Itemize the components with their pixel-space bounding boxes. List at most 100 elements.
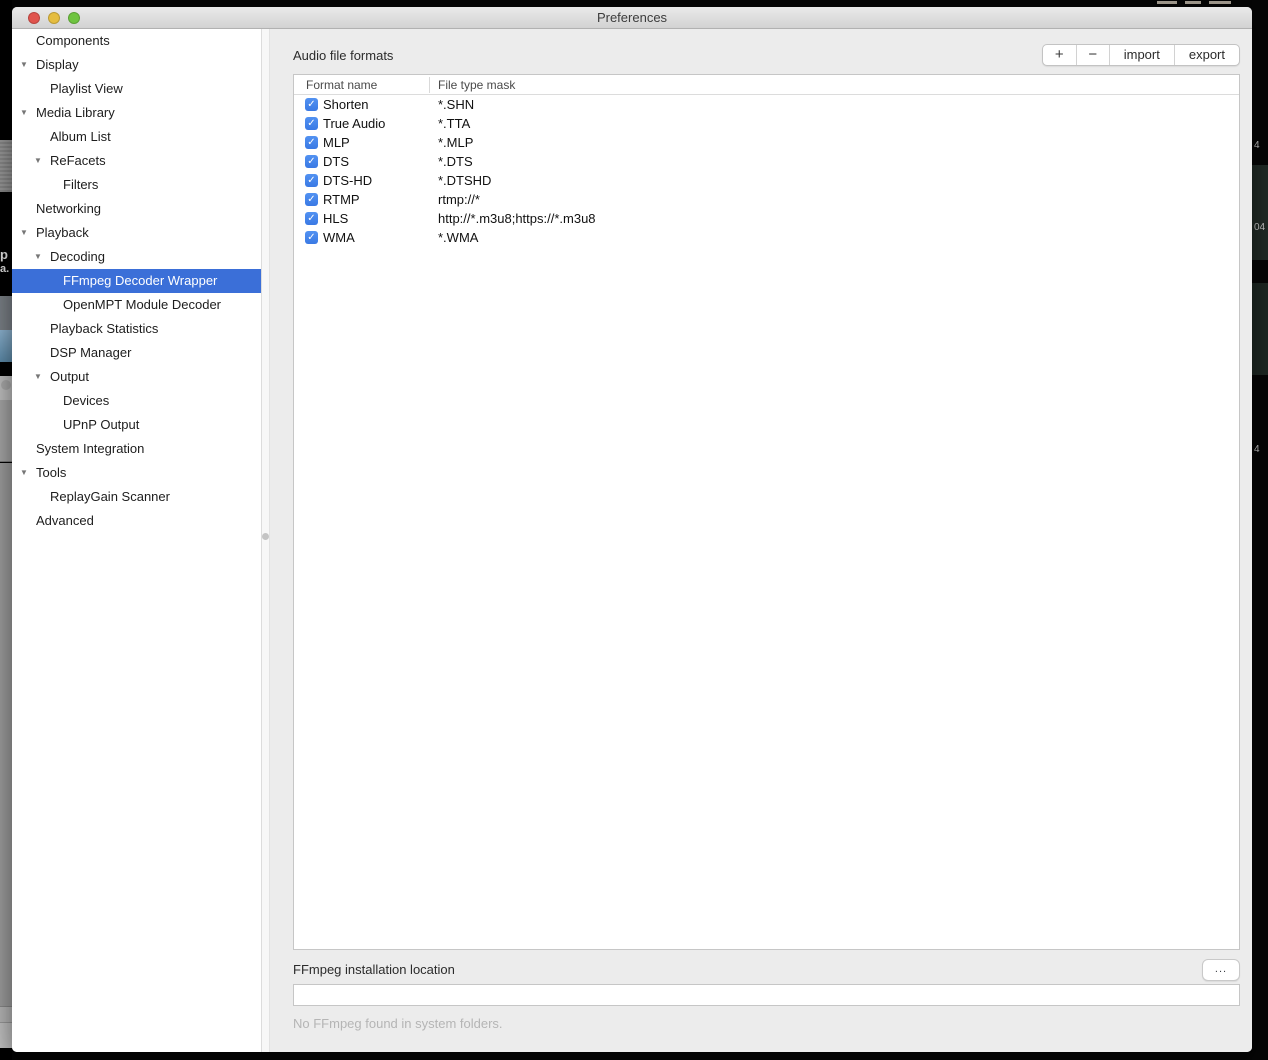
sidebar-item-advanced[interactable]: Advanced [12, 509, 261, 533]
table-row[interactable]: ✓DTS-HD*.DTSHD [294, 171, 1239, 190]
sidebar-item-display[interactable]: ▼ Display [12, 53, 261, 77]
sidebar-item-upnp-output[interactable]: UPnP Output [12, 413, 261, 437]
background-duration-fragment: 4 [1254, 140, 1260, 151]
browse-button[interactable]: ... [1202, 959, 1240, 981]
background-app-right-sliver: 4 04 4 [1252, 0, 1268, 1060]
sidebar-item-label: Output [50, 365, 89, 389]
disclosure-triangle-icon[interactable]: ▼ [20, 221, 28, 245]
sidebar-item-openmpt-module-decoder[interactable]: OpenMPT Module Decoder [12, 293, 261, 317]
export-button[interactable]: export [1174, 45, 1239, 65]
format-checkbox[interactable]: ✓ [305, 231, 318, 244]
sidebar-item-media-library[interactable]: ▼ Media Library [12, 101, 261, 125]
import-button[interactable]: import [1109, 45, 1174, 65]
sidebar-item-playlist-view[interactable]: Playlist View [12, 77, 261, 101]
sidebar-item-refacets[interactable]: ▼ ReFacets [12, 149, 261, 173]
splitter-handle-icon[interactable] [262, 533, 269, 540]
sidebar-item-components[interactable]: Components [12, 29, 261, 53]
sidebar-item-label: ReFacets [50, 149, 106, 173]
sidebar-item-label: Playlist View [50, 77, 123, 101]
ffmpeg-status-text: No FFmpeg found in system folders. [293, 1016, 1240, 1031]
format-checkbox[interactable]: ✓ [305, 174, 318, 187]
sidebar-item-album-list[interactable]: Album List [12, 125, 261, 149]
column-header-file-type-mask[interactable]: File type mask [438, 75, 515, 95]
sidebar-item-label: ReplayGain Scanner [50, 485, 170, 509]
background-button-fragment [1, 380, 11, 390]
format-name-cell: WMA [323, 228, 355, 247]
disclosure-triangle-icon[interactable]: ▼ [20, 461, 28, 485]
table-row[interactable]: ✓WMA*.WMA [294, 228, 1239, 247]
format-name-cell: Shorten [323, 95, 369, 114]
format-toolbar: + − import export [1042, 44, 1240, 66]
sidebar-item-devices[interactable]: Devices [12, 389, 261, 413]
disclosure-triangle-icon[interactable]: ▼ [34, 245, 42, 269]
format-table: Format name File type mask ✓ Shorten *.SHN… [293, 74, 1240, 950]
sidebar-item-label: Album List [50, 125, 111, 149]
file-type-mask-cell: http://*.m3u8;https://*.m3u8 [438, 209, 596, 228]
disclosure-triangle-icon[interactable]: ▼ [34, 365, 42, 389]
sidebar-item-decoding[interactable]: ▼ Decoding [12, 245, 261, 269]
format-name-cell: RTMP [323, 190, 360, 209]
sidebar-item-dsp-manager[interactable]: DSP Manager [12, 341, 261, 365]
section-title: Audio file formats [293, 48, 393, 63]
sidebar-splitter[interactable] [262, 29, 270, 1052]
titlebar[interactable]: Preferences [12, 7, 1252, 29]
background-clipped-text-fragment [1155, 0, 1245, 6]
sidebar-item-networking[interactable]: Networking [12, 197, 261, 221]
sidebar-item-replaygain-scanner[interactable]: ReplayGain Scanner [12, 485, 261, 509]
format-checkbox[interactable]: ✓ [305, 155, 318, 168]
content-pane: Audio file formats + − import export For… [270, 29, 1252, 1052]
file-type-mask-cell: *.MLP [438, 133, 473, 152]
ffmpeg-path-input[interactable] [293, 984, 1240, 1006]
disclosure-triangle-icon[interactable]: ▼ [34, 149, 42, 173]
sidebar-item-label: Components [36, 29, 110, 53]
format-table-header: Format name File type mask [294, 75, 1239, 95]
background-text-fragment: a. [0, 262, 12, 277]
format-checkbox[interactable]: ✓ [305, 98, 318, 111]
sidebar-item-label: Decoding [50, 245, 105, 269]
table-row[interactable]: ✓HLShttp://*.m3u8;https://*.m3u8 [294, 209, 1239, 228]
remove-format-button[interactable]: − [1076, 45, 1109, 65]
table-row[interactable]: ✓ MLP *.MLP [294, 133, 1239, 152]
sidebar-item-label: Display [36, 53, 79, 77]
table-row[interactable]: ✓ RTMP rtmp://* [294, 190, 1239, 209]
add-format-button[interactable]: + [1043, 45, 1076, 65]
sidebar-item-label: Playback Statistics [50, 317, 158, 341]
sidebar-item-ffmpeg-decoder-wrapper[interactable]: FFmpeg Decoder Wrapper [12, 269, 261, 293]
sidebar-item-playback-statistics[interactable]: Playback Statistics [12, 317, 261, 341]
sidebar-item-playback[interactable]: ▼ Playback [12, 221, 261, 245]
format-name-cell: True Audio [323, 114, 385, 133]
sidebar-item-system-integration[interactable]: System Integration [12, 437, 261, 461]
sidebar-item-label: FFmpeg Decoder Wrapper [63, 269, 217, 293]
file-type-mask-cell: *.SHN [438, 95, 474, 114]
sidebar-item-output[interactable]: ▼ Output [12, 365, 261, 389]
format-checkbox[interactable]: ✓ [305, 212, 318, 225]
sidebar-item-filters[interactable]: Filters [12, 173, 261, 197]
table-row[interactable]: ✓DTS*.DTS [294, 152, 1239, 171]
sidebar-item-label: Devices [63, 389, 109, 413]
sidebar-item-label: UPnP Output [63, 413, 139, 437]
file-type-mask-cell: rtmp://* [438, 190, 480, 209]
background-thumbnail [0, 140, 12, 192]
sidebar-item-label: System Integration [36, 437, 144, 461]
column-header-format-name[interactable]: Format name [306, 75, 377, 95]
sidebar-item-label: Media Library [36, 101, 115, 125]
sidebar-item-label: Playback [36, 221, 89, 245]
table-row[interactable]: ✓ Shorten *.SHN [294, 95, 1239, 114]
disclosure-triangle-icon[interactable]: ▼ [20, 53, 28, 77]
format-name-cell: DTS [323, 152, 349, 171]
preferences-window: Preferences Components ▼ DisplayPlaylist V… [12, 7, 1252, 1052]
table-row[interactable]: ✓True Audio*.TTA [294, 114, 1239, 133]
sidebar-item-label: Networking [36, 197, 101, 221]
sidebar-item-label: OpenMPT Module Decoder [63, 293, 221, 317]
format-checkbox[interactable]: ✓ [305, 136, 318, 149]
sidebar-item-label: Advanced [36, 509, 94, 533]
window-title: Preferences [12, 7, 1252, 29]
format-name-cell: MLP [323, 133, 350, 152]
disclosure-triangle-icon[interactable]: ▼ [20, 101, 28, 125]
format-checkbox[interactable]: ✓ [305, 193, 318, 206]
background-text-fragment: p [0, 248, 12, 263]
format-checkbox[interactable]: ✓ [305, 117, 318, 130]
background-app-left-sliver: p a. [0, 0, 12, 1060]
column-divider[interactable] [429, 77, 430, 93]
sidebar-item-tools[interactable]: ▼Tools [12, 461, 261, 485]
